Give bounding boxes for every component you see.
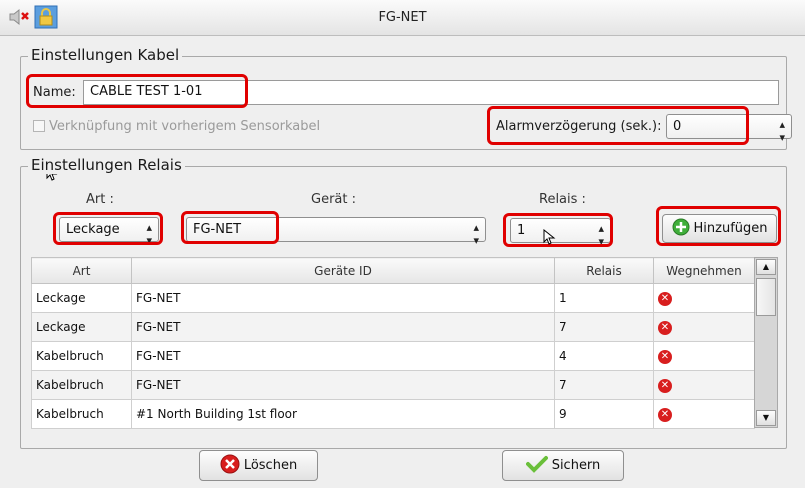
art-select[interactable]: Leckage ▴ ▾ <box>59 217 159 247</box>
table-scrollbar[interactable]: ▲ ▼ <box>754 257 778 428</box>
updown-arrow-icon: ▴ ▾ <box>779 118 785 144</box>
art-select-value: Leckage <box>66 222 120 237</box>
checkmark-icon <box>525 455 548 477</box>
delete-icon[interactable]: ✕ <box>658 379 672 393</box>
updown-arrow-icon: ▴ ▾ <box>146 221 152 247</box>
cell-art: Leckage <box>31 283 132 313</box>
cell-relais: 9 <box>554 399 654 429</box>
geraet-select[interactable]: FG-NET ▴ ▾ <box>186 217 486 247</box>
name-label: Name: <box>33 85 76 100</box>
cell-art: Leckage <box>31 312 132 342</box>
geraet-heading: Gerät : <box>311 192 356 207</box>
alarm-delay-value: 0 <box>673 119 682 134</box>
add-button-label: Hinzufügen <box>693 221 768 236</box>
delete-icon[interactable]: ✕ <box>658 408 672 422</box>
cell-geraete-id: #1 North Building 1st floor <box>131 399 555 429</box>
table-row[interactable]: Kabelbruch FG-NET 4 ✕ <box>31 341 755 371</box>
link-previous-sensor-checkbox[interactable]: Verknüpfung mit vorherigem Sensorkabel <box>33 119 320 134</box>
table-row[interactable]: Leckage FG-NET 1 ✕ <box>31 283 755 313</box>
relais-select-value: 1 <box>517 223 526 238</box>
cell-remove: ✕ <box>653 283 755 313</box>
header-wegnehmen[interactable]: Wegnehmen <box>653 257 755 284</box>
table-row[interactable]: Leckage FG-NET 7 ✕ <box>31 312 755 342</box>
updown-arrow-icon: ▴ ▾ <box>473 221 479 247</box>
table-row[interactable]: Kabelbruch #1 North Building 1st floor 9… <box>31 399 755 429</box>
geraet-select-value: FG-NET <box>193 222 242 237</box>
title-bar: FG-NET <box>0 0 805 36</box>
alarm-delay-label: Alarmverzögerung (sek.): <box>496 119 662 134</box>
delete-icon[interactable]: ✕ <box>658 321 672 335</box>
header-relais[interactable]: Relais <box>554 257 654 284</box>
cell-relais: 7 <box>554 312 654 342</box>
header-art[interactable]: Art <box>31 257 132 284</box>
add-button[interactable]: Hinzufügen <box>662 214 777 243</box>
cell-remove: ✕ <box>653 312 755 342</box>
relay-table: Art Geräte ID Relais Wegnehmen Leckage F… <box>31 257 755 429</box>
cell-relais: 4 <box>554 341 654 371</box>
cell-geraete-id: FG-NET <box>131 370 555 400</box>
cell-geraete-id: FG-NET <box>131 341 555 371</box>
alarm-delay-select[interactable]: 0 ▴ ▾ <box>666 114 792 144</box>
kabel-settings-legend: Einstellungen Kabel <box>28 46 183 64</box>
updown-arrow-icon: ▴ ▾ <box>598 222 604 248</box>
cell-geraete-id: FG-NET <box>131 283 555 313</box>
table-header-row: Art Geräte ID Relais Wegnehmen <box>31 257 755 284</box>
scroll-thumb[interactable] <box>756 278 776 316</box>
cell-geraete-id: FG-NET <box>131 312 555 342</box>
cell-art: Kabelbruch <box>31 341 132 371</box>
save-button-label: Sichern <box>551 458 601 473</box>
scroll-down-arrow-icon[interactable]: ▼ <box>756 410 776 426</box>
cell-relais: 1 <box>554 283 654 313</box>
delete-button[interactable]: Löschen <box>199 450 318 481</box>
checkbox-box[interactable] <box>33 120 45 132</box>
relais-select[interactable]: 1 ▴ ▾ <box>510 218 611 248</box>
delete-icon[interactable]: ✕ <box>658 292 672 306</box>
cell-art: Kabelbruch <box>31 399 132 429</box>
cell-art: Kabelbruch <box>31 370 132 400</box>
header-geraete-id[interactable]: Geräte ID <box>131 257 555 284</box>
scroll-up-arrow-icon[interactable]: ▲ <box>756 259 776 275</box>
cell-remove: ✕ <box>653 370 755 400</box>
relais-heading: Relais : <box>539 192 586 207</box>
table-row[interactable]: Kabelbruch FG-NET 7 ✕ <box>31 370 755 400</box>
window-title: FG-NET <box>378 10 427 25</box>
delete-button-label: Löschen <box>243 458 298 473</box>
name-input[interactable]: CABLE TEST 1-01 <box>83 80 779 105</box>
delete-icon[interactable]: ✕ <box>658 350 672 364</box>
relais-settings-legend: Einstellungen Relais <box>28 156 185 174</box>
add-icon <box>672 218 690 240</box>
mouse-cursor-icon <box>543 228 557 249</box>
link-previous-sensor-label: Verknüpfung mit vorherigem Sensorkabel <box>49 119 321 134</box>
save-button[interactable]: Sichern <box>502 450 624 481</box>
art-heading: Art : <box>86 192 114 207</box>
cell-remove: ✕ <box>653 399 755 429</box>
delete-icon <box>220 454 240 478</box>
cell-remove: ✕ <box>653 341 755 371</box>
cell-relais: 7 <box>554 370 654 400</box>
